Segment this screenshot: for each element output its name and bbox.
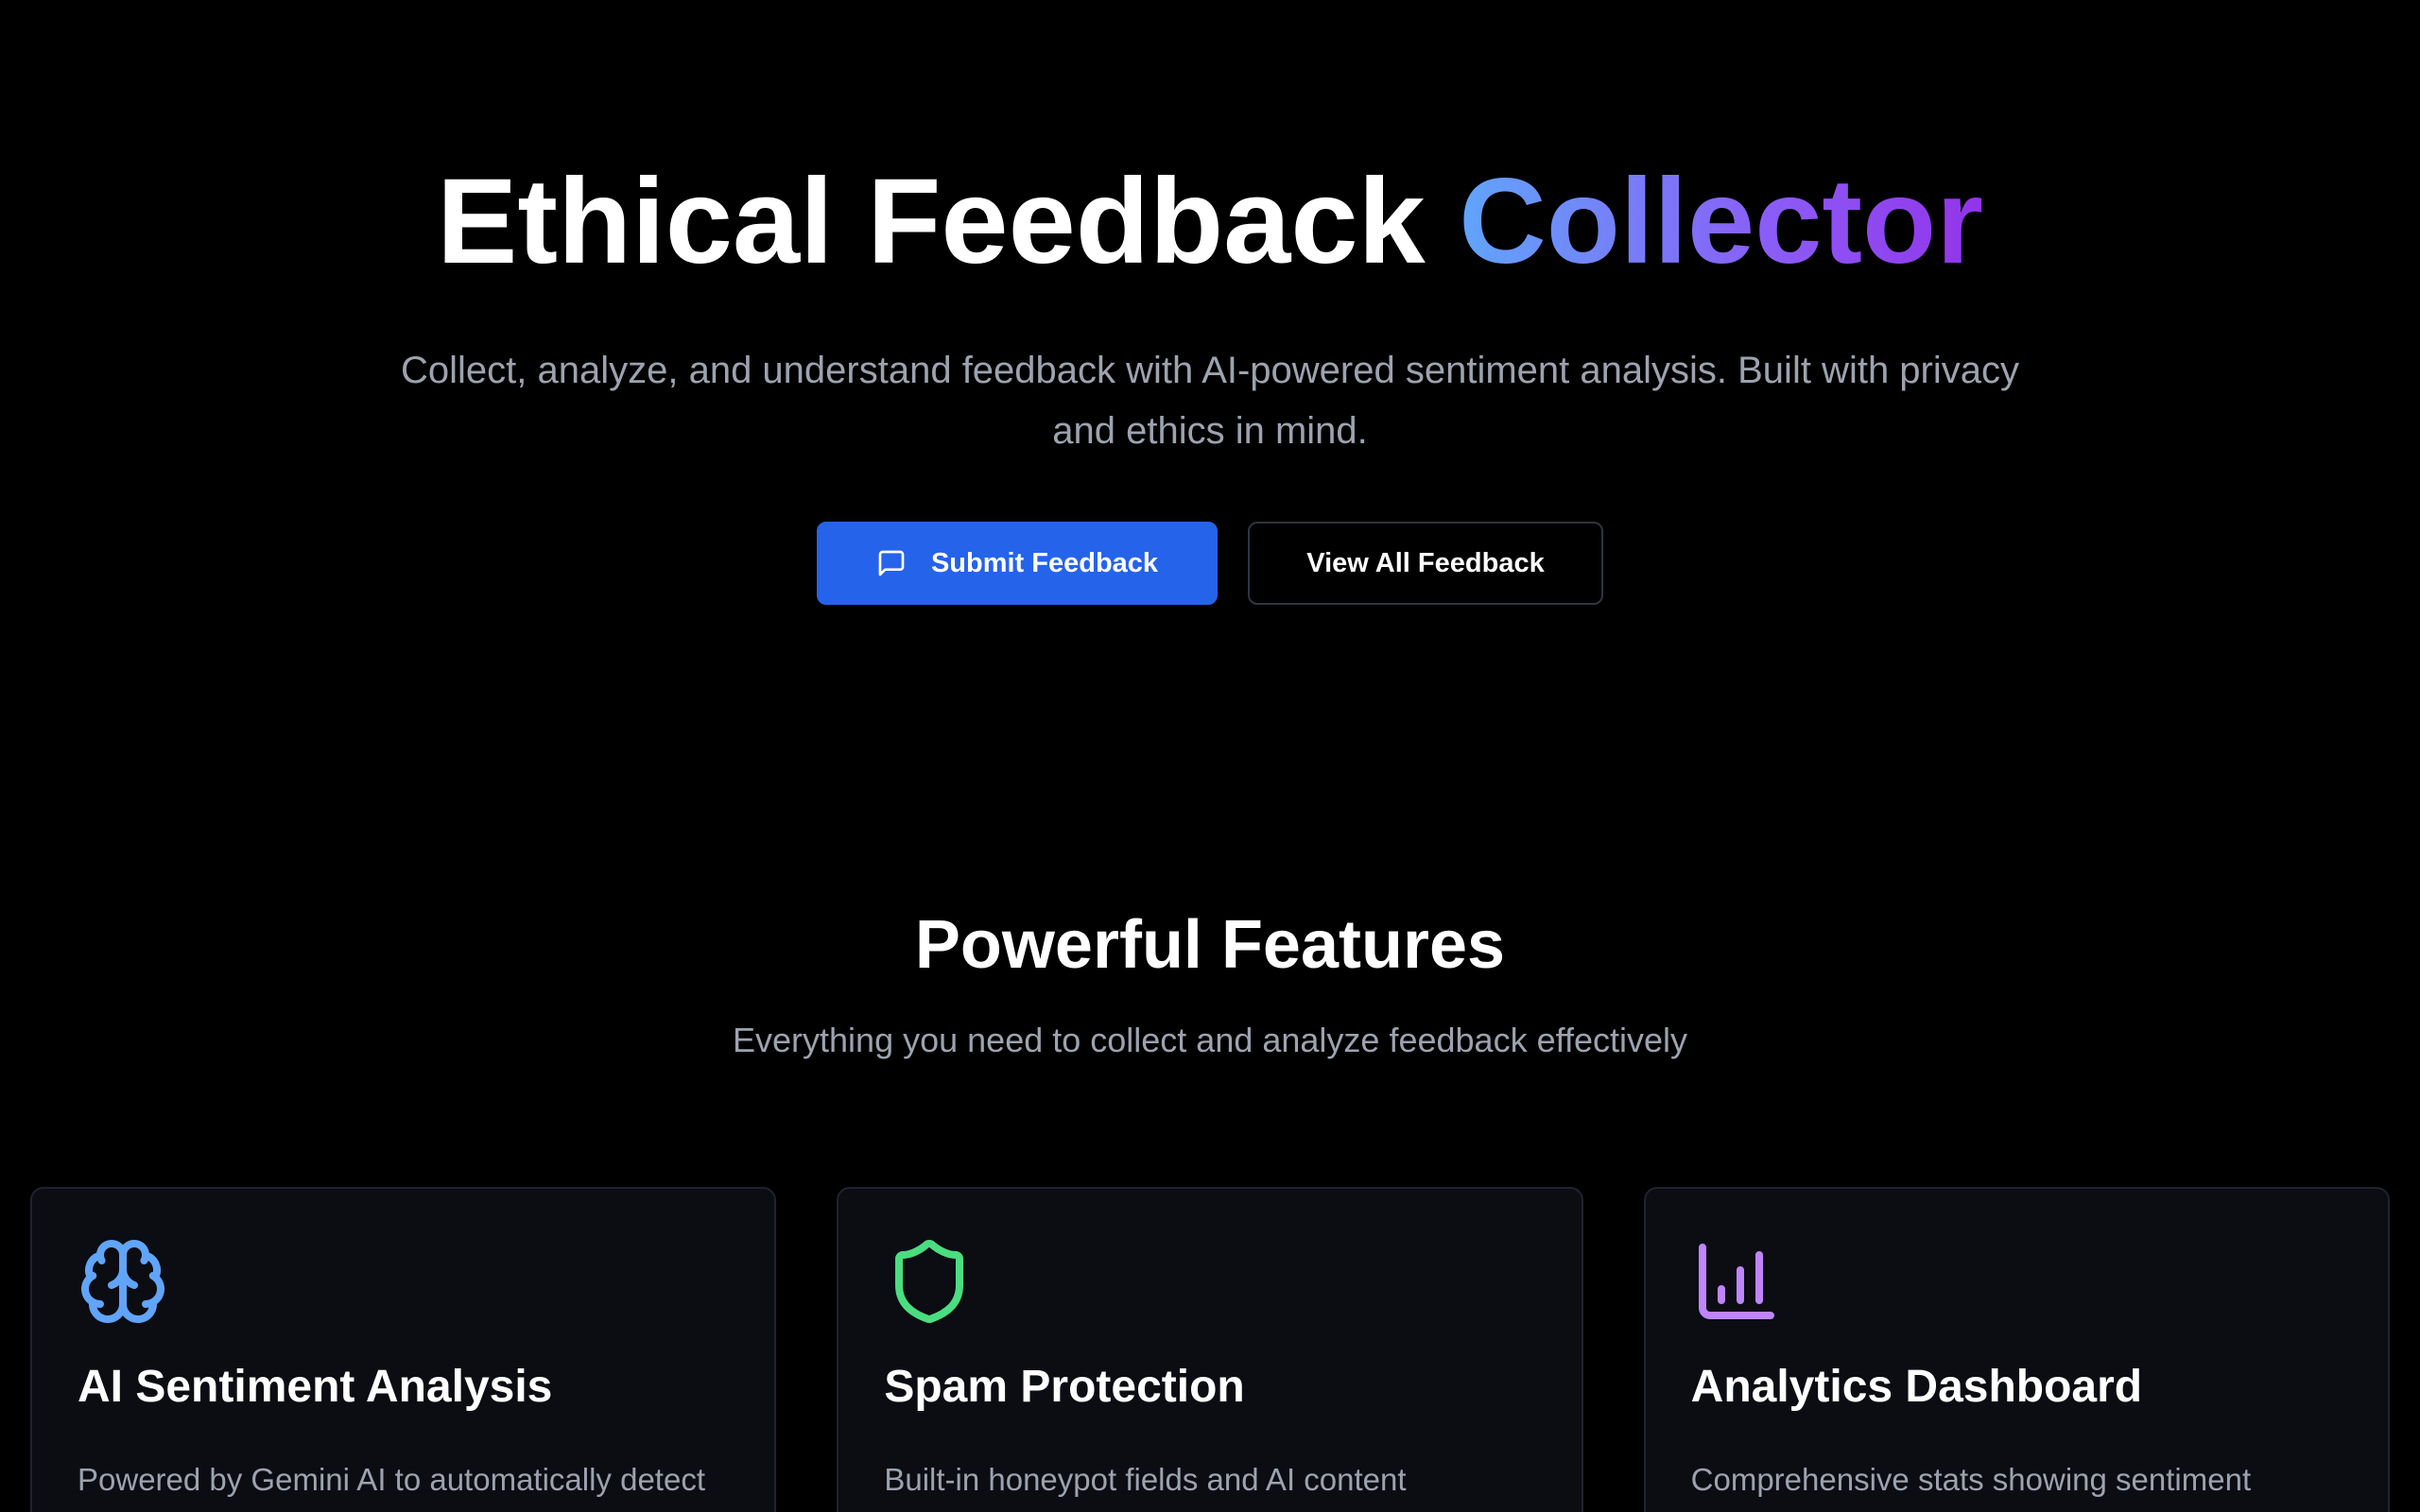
features-subtitle: Everything you need to collect and analy…	[733, 1021, 1687, 1059]
brain-icon	[78, 1236, 168, 1327]
submit-feedback-label: Submit Feedback	[930, 547, 1159, 578]
view-all-feedback-label: View All Feedback	[1306, 547, 1545, 578]
bar-chart-icon	[1691, 1236, 1782, 1327]
card-title: AI Sentiment Analysis	[78, 1362, 553, 1412]
shield-icon	[884, 1236, 975, 1327]
card-description: Comprehensive stats showing sentiment	[1690, 1462, 2252, 1497]
features-title: Powerful Features	[914, 907, 1506, 983]
card-title: Analytics Dashboard	[1690, 1362, 2143, 1412]
landing-page: Ethical Feedback Collector Collect, anal…	[0, 0, 2420, 1512]
page-title: Ethical Feedback Collector	[0, 151, 2420, 293]
card-description: Built-in honeypot fields and AI content	[884, 1462, 1407, 1497]
feature-card-spam: Spam Protection Built-in honeypot fields…	[837, 1187, 1583, 1512]
title-main: Ethical Feedback	[436, 154, 1460, 289]
card-title: Spam Protection	[884, 1362, 1245, 1412]
message-square-icon	[876, 548, 907, 578]
hero-actions: Submit Feedback View All Feedback	[0, 522, 2420, 605]
feature-card-sentiment: AI Sentiment Analysis Powered by Gemini …	[30, 1187, 777, 1512]
hero-subtitle: Collect, analyze, and understand feedbac…	[400, 350, 2019, 452]
feature-cards: AI Sentiment Analysis Powered by Gemini …	[30, 1187, 2390, 1512]
title-accent: Collector	[1459, 154, 1984, 289]
feature-card-analytics: Analytics Dashboard Comprehensive stats …	[1643, 1187, 2390, 1512]
view-all-feedback-button[interactable]: View All Feedback	[1248, 522, 1603, 605]
submit-feedback-button[interactable]: Submit Feedback	[817, 522, 1218, 605]
card-description: Powered by Gemini AI to automatically de…	[78, 1462, 705, 1497]
